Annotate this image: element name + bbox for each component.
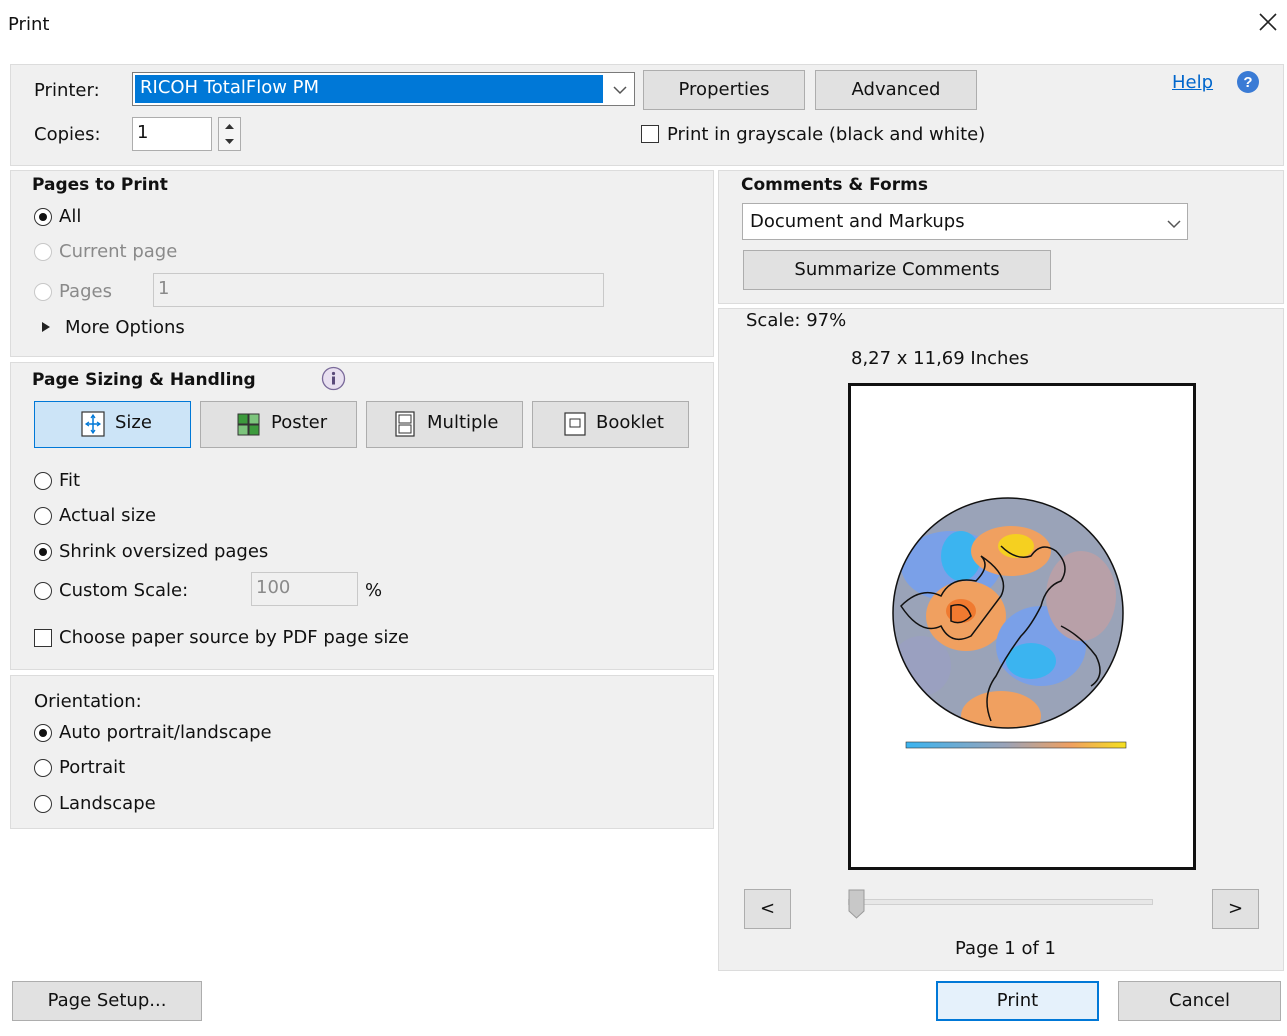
landscape-radio[interactable] bbox=[34, 795, 52, 813]
multiple-mode-label: Multiple bbox=[427, 412, 499, 433]
paper-source-checkbox[interactable] bbox=[34, 629, 52, 647]
next-page-button[interactable]: > bbox=[1212, 889, 1259, 929]
pages-all-radio[interactable] bbox=[34, 208, 52, 226]
pages-range-input[interactable]: 1 bbox=[153, 273, 604, 307]
scale-text: Scale: 97% bbox=[746, 310, 847, 331]
comments-forms-select[interactable]: Document and Markups bbox=[742, 203, 1188, 240]
pages-all-label: All bbox=[59, 206, 82, 227]
page-preview bbox=[848, 383, 1196, 870]
custom-scale-input[interactable]: 100 bbox=[251, 572, 358, 606]
poster-mode-label: Poster bbox=[271, 412, 328, 433]
help-icon[interactable]: ? bbox=[1236, 70, 1260, 94]
portrait-label: Portrait bbox=[59, 757, 126, 778]
pages-range-radio[interactable] bbox=[34, 283, 52, 301]
grayscale-checkbox[interactable] bbox=[641, 125, 659, 143]
printer-label: Printer: bbox=[34, 80, 100, 101]
svg-text:?: ? bbox=[1243, 74, 1252, 91]
fit-label: Fit bbox=[59, 470, 81, 491]
cancel-button[interactable]: Cancel bbox=[1118, 981, 1281, 1021]
copies-stepper[interactable] bbox=[218, 117, 241, 151]
page-slider-track[interactable] bbox=[848, 899, 1153, 905]
previous-page-button[interactable]: < bbox=[744, 889, 791, 929]
fit-radio[interactable] bbox=[34, 472, 52, 490]
custom-scale-label: Custom Scale: bbox=[59, 580, 189, 601]
copies-label: Copies: bbox=[34, 124, 101, 145]
pages-to-print-heading: Pages to Print bbox=[32, 175, 168, 195]
summarize-comments-button[interactable]: Summarize Comments bbox=[743, 250, 1051, 290]
booklet-mode-label: Booklet bbox=[596, 412, 664, 433]
chevron-down-icon bbox=[613, 86, 627, 95]
size-mode-label: Size bbox=[115, 412, 152, 433]
auto-orientation-radio[interactable] bbox=[34, 724, 52, 742]
pages-current-label: Current page bbox=[59, 241, 178, 262]
actual-size-radio[interactable] bbox=[34, 507, 52, 525]
page-slider-thumb[interactable] bbox=[848, 889, 865, 919]
orientation-heading: Orientation: bbox=[34, 691, 142, 712]
page-sizing-heading: Page Sizing & Handling bbox=[32, 370, 256, 390]
title-bar bbox=[0, 0, 1287, 46]
booklet-icon bbox=[564, 412, 586, 436]
portrait-radio[interactable] bbox=[34, 759, 52, 777]
advanced-button[interactable]: Advanced bbox=[815, 70, 977, 110]
percent-label: % bbox=[365, 580, 383, 601]
printer-select[interactable]: RICOH TotalFlow PM bbox=[132, 72, 635, 106]
window-title: Print bbox=[8, 14, 50, 35]
page-dimensions-text: 8,27 x 11,69 Inches bbox=[851, 348, 1029, 369]
comments-forms-selected: Document and Markups bbox=[750, 211, 965, 232]
stepper-up-icon[interactable] bbox=[222, 121, 237, 132]
page-indicator-text: Page 1 of 1 bbox=[955, 938, 1056, 959]
pages-current-radio[interactable] bbox=[34, 243, 52, 261]
grayscale-label: Print in grayscale (black and white) bbox=[667, 124, 986, 145]
more-options-label[interactable]: More Options bbox=[65, 317, 185, 338]
polar-map-image bbox=[892, 497, 1127, 749]
multiple-pages-icon bbox=[395, 411, 415, 437]
actual-size-label: Actual size bbox=[59, 505, 157, 526]
auto-orientation-label: Auto portrait/landscape bbox=[59, 722, 272, 743]
paper-source-label: Choose paper source by PDF page size bbox=[59, 627, 409, 648]
comments-forms-heading: Comments & Forms bbox=[741, 175, 928, 195]
expand-triangle-icon[interactable] bbox=[40, 320, 52, 334]
shrink-oversized-radio[interactable] bbox=[34, 543, 52, 561]
pages-range-label: Pages bbox=[59, 281, 112, 302]
help-link[interactable]: Help bbox=[1172, 72, 1213, 93]
chevron-down-icon bbox=[1167, 220, 1181, 229]
size-mode-button[interactable]: Size bbox=[34, 401, 191, 448]
copies-input[interactable]: 1 bbox=[132, 117, 212, 151]
landscape-label: Landscape bbox=[59, 793, 156, 814]
page-setup-button[interactable]: Page Setup... bbox=[12, 981, 202, 1021]
poster-icon bbox=[237, 413, 260, 436]
booklet-mode-button[interactable]: Booklet bbox=[532, 401, 689, 448]
printer-selected-text: RICOH TotalFlow PM bbox=[140, 77, 320, 98]
poster-mode-button[interactable]: Poster bbox=[200, 401, 357, 448]
custom-scale-radio[interactable] bbox=[34, 582, 52, 600]
shrink-oversized-label: Shrink oversized pages bbox=[59, 541, 269, 562]
close-icon[interactable] bbox=[1256, 10, 1280, 34]
info-icon[interactable] bbox=[321, 366, 346, 391]
multiple-mode-button[interactable]: Multiple bbox=[366, 401, 523, 448]
properties-button[interactable]: Properties bbox=[643, 70, 805, 110]
print-button[interactable]: Print bbox=[936, 981, 1099, 1021]
size-icon bbox=[81, 411, 105, 437]
stepper-down-icon[interactable] bbox=[222, 136, 237, 147]
